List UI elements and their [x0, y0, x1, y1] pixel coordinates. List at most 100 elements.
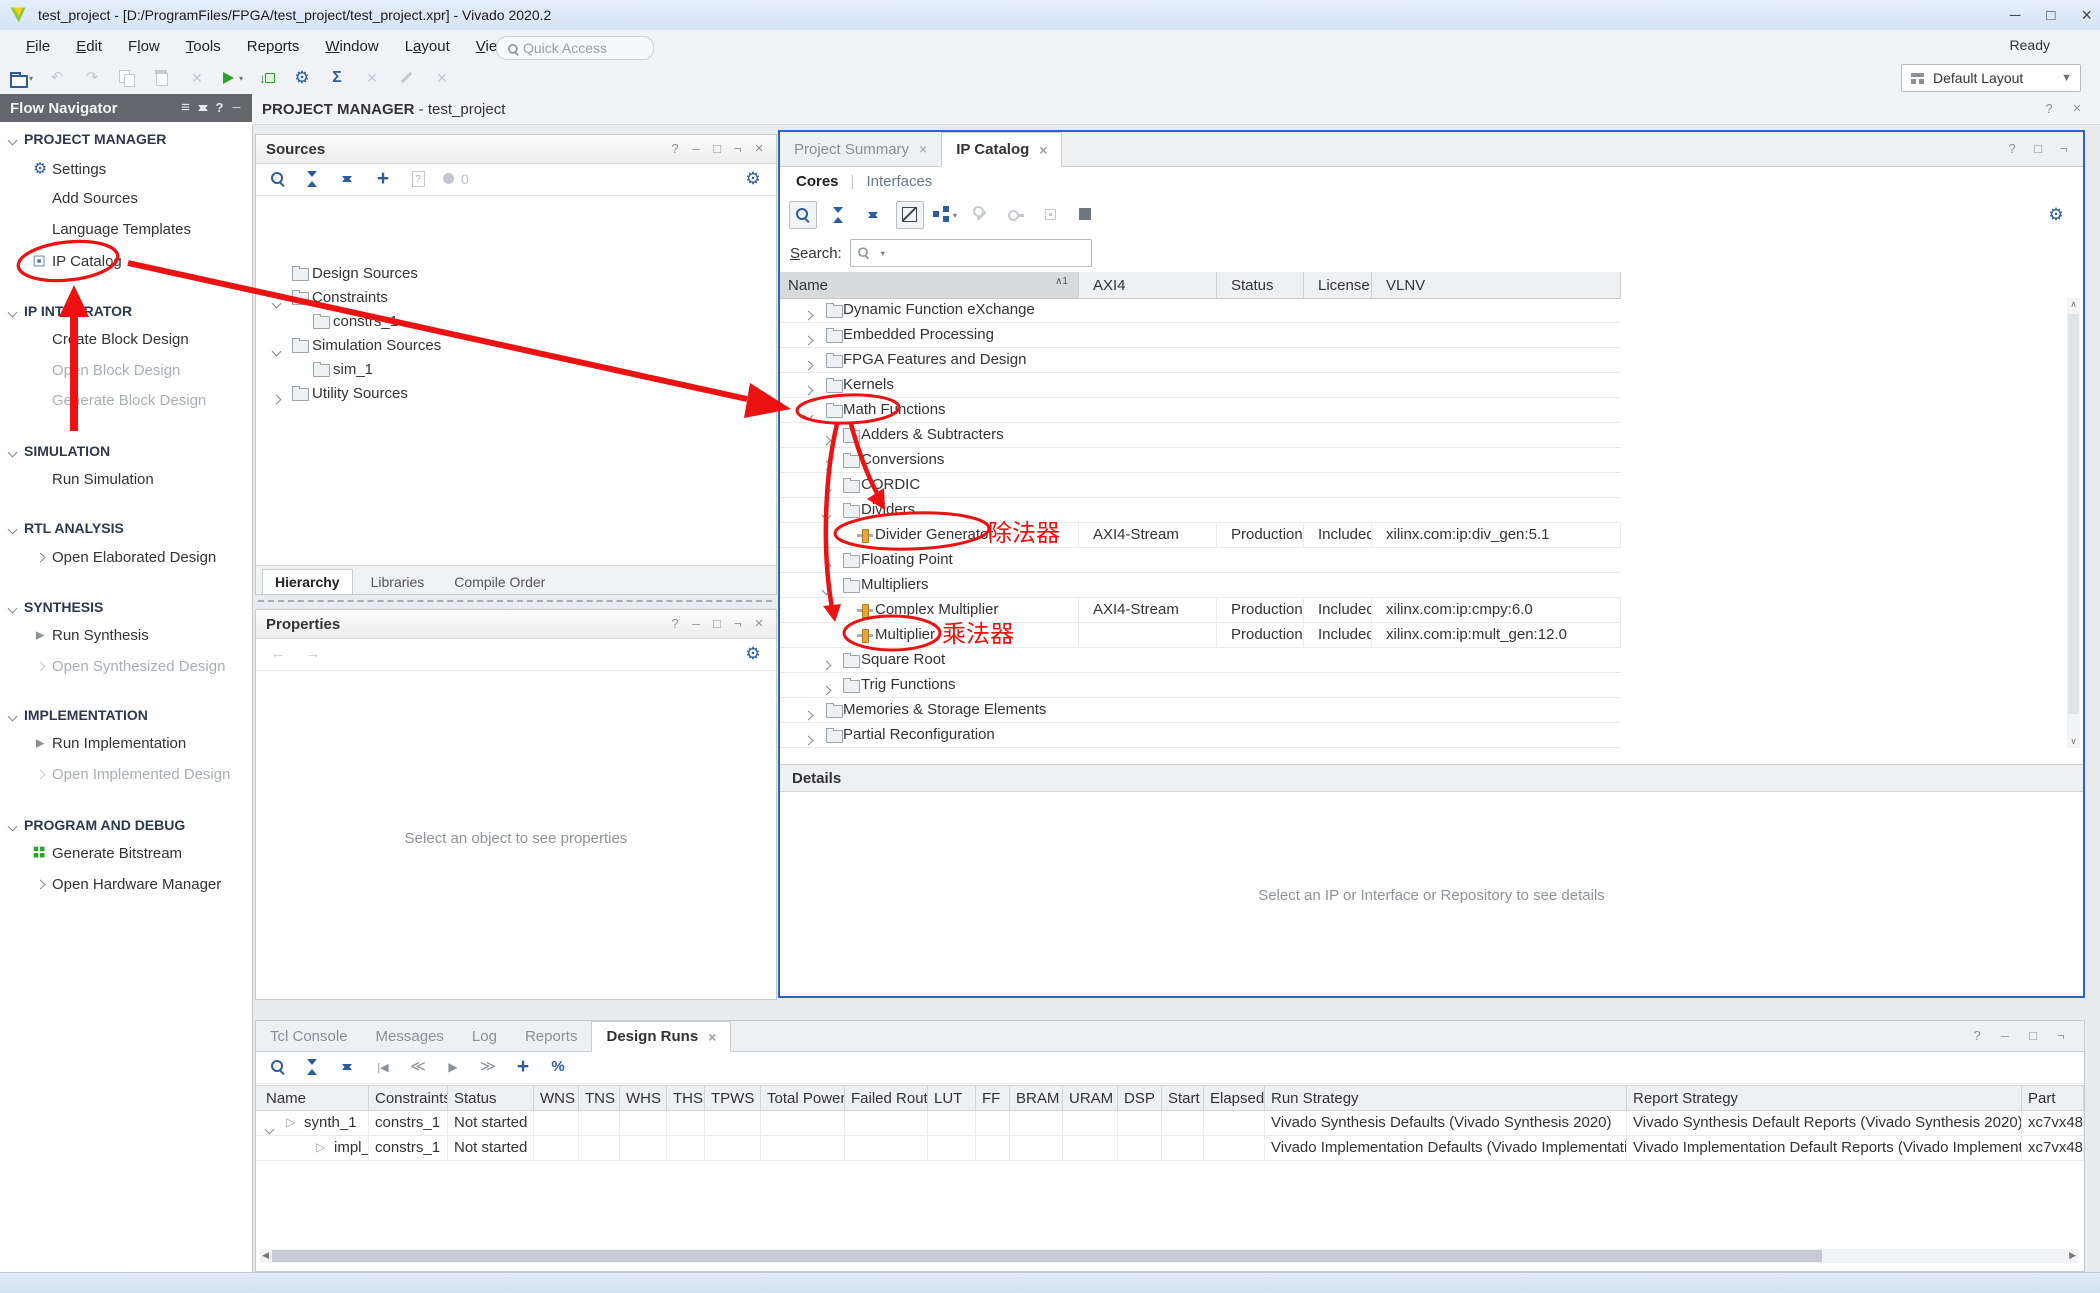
add-button[interactable] [510, 1054, 536, 1080]
step-forward-button[interactable] [475, 1054, 501, 1080]
layout-selector[interactable]: Default Layout ▼ [1901, 64, 2081, 92]
percent-button[interactable] [545, 1054, 571, 1080]
ip-catalog-row-floating-point[interactable]: Floating Point [780, 548, 1621, 573]
flow-item-create-block-design[interactable]: Create Block Design [0, 327, 252, 351]
float-icon[interactable] [731, 140, 745, 158]
tools-button[interactable] [968, 202, 994, 228]
pin-icon[interactable] [178, 99, 193, 117]
undo-button[interactable] [44, 65, 70, 91]
tab-interfaces[interactable]: Interfaces [866, 173, 932, 190]
scroll-down-icon[interactable]: ∨ [2067, 736, 2080, 747]
flow-item-language-templates[interactable]: Language Templates [0, 217, 252, 241]
flow-item-open-implemented-design[interactable]: Open Implemented Design [0, 762, 252, 786]
ip-catalog-row-complex-multiplier[interactable]: Complex MultiplierAXI4-StreamProductionI… [780, 598, 1621, 623]
float-icon[interactable] [2055, 140, 2073, 158]
stop-block-button[interactable] [1073, 202, 1099, 228]
help-icon[interactable] [2003, 140, 2021, 158]
column-header-status[interactable]: Status [448, 1086, 534, 1110]
chevron-down-icon[interactable] [823, 506, 830, 523]
column-header-status[interactable]: Status [1217, 272, 1304, 298]
search-input[interactable] [850, 239, 1092, 267]
ip-catalog-row-multiplier[interactable]: MultiplierProductionIncludedxilinx.com:i… [780, 623, 1621, 648]
column-header-name[interactable]: Name∧1 [780, 272, 1079, 298]
expand-all-button[interactable] [861, 202, 887, 228]
window-minimize-button[interactable]: ─ [2010, 7, 2021, 24]
ip-catalog-row-fpga-features-and-design[interactable]: FPGA Features and Design [780, 348, 1621, 373]
menu-item-window[interactable]: Window [325, 38, 378, 55]
menu-item-tools[interactable]: Tools [186, 38, 221, 55]
column-header-run-strategy[interactable]: Run Strategy [1265, 1086, 1627, 1110]
column-header-constraints[interactable]: Constraints [369, 1086, 448, 1110]
kill-button[interactable] [429, 65, 455, 91]
ip-catalog-row-dividers[interactable]: Dividers [780, 498, 1621, 523]
chevron-right-icon[interactable] [273, 390, 280, 407]
column-header-tns[interactable]: TNS [579, 1086, 620, 1110]
flow-item-open-synthesized-design[interactable]: Open Synthesized Design [0, 654, 252, 678]
copy-button[interactable] [114, 65, 140, 91]
chevron-right-icon[interactable] [823, 431, 830, 448]
tab-messages[interactable]: Messages [362, 1021, 458, 1051]
settings-button[interactable] [2043, 202, 2069, 228]
help-icon[interactable] [212, 99, 227, 117]
scrollbar-thumb[interactable] [272, 1250, 1822, 1262]
chevron-down-icon[interactable] [273, 294, 280, 311]
help-icon[interactable] [668, 615, 682, 633]
tab-ip-catalog[interactable]: IP Catalog× [941, 132, 1062, 167]
sum-reports-button[interactable] [324, 65, 350, 91]
tab-cores[interactable]: Cores [796, 173, 839, 190]
column-header-total-power[interactable]: Total Power [761, 1086, 845, 1110]
flow-item-run-implementation[interactable]: Run Implementation [0, 731, 252, 755]
column-header-wns[interactable]: WNS [534, 1086, 579, 1110]
design-run-row-synth_1[interactable]: ▷synth_1constrs_1Not startedVivado Synth… [256, 1111, 2084, 1136]
help-icon[interactable] [2040, 100, 2058, 118]
settings-button[interactable] [740, 166, 766, 192]
maximize-icon[interactable] [710, 140, 724, 158]
column-header-axi4[interactable]: AXI4 [1079, 272, 1217, 298]
flow-item-open-block-design[interactable]: Open Block Design [0, 358, 252, 382]
collapse-all-button[interactable] [826, 202, 852, 228]
ip-catalog-row-math-functions[interactable]: Math Functions [780, 398, 1621, 423]
hierarchy-view-button[interactable] [933, 202, 959, 228]
chevron-down-icon[interactable] [805, 406, 812, 423]
close-icon[interactable] [752, 140, 766, 158]
column-header-bram[interactable]: BRAM [1010, 1086, 1063, 1110]
column-header-lut[interactable]: LUT [928, 1086, 976, 1110]
chevron-right-icon[interactable] [805, 381, 812, 398]
tab-design-runs[interactable]: Design Runs× [591, 1021, 731, 1052]
minimize-icon[interactable] [229, 99, 244, 117]
expand-all-button[interactable] [335, 166, 361, 192]
menu-item-edit[interactable]: Edit [76, 38, 102, 55]
source-tree-item[interactable]: constrs_1 [256, 310, 776, 334]
ip-catalog-row-adders-subtracters[interactable]: Adders & Subtracters [780, 423, 1621, 448]
column-header-tpws[interactable]: TPWS [705, 1086, 761, 1110]
chevron-right-icon[interactable] [805, 331, 812, 348]
column-header-start[interactable]: Start [1162, 1086, 1204, 1110]
paste-button[interactable] [149, 65, 175, 91]
flow-item-open-hardware-manager[interactable]: Open Hardware Manager [0, 872, 252, 896]
flow-item-generate-bitstream[interactable]: Generate Bitstream [0, 841, 252, 865]
step-button[interactable] [254, 65, 280, 91]
chevron-right-icon[interactable] [823, 656, 830, 673]
column-header-whs[interactable]: WHS [620, 1086, 667, 1110]
column-header-vlnv[interactable]: VLNV [1372, 272, 1621, 298]
column-header-name[interactable]: Name [260, 1086, 369, 1110]
source-tree-item[interactable]: Constraints [256, 286, 776, 310]
chevron-right-icon[interactable] [823, 456, 830, 473]
sources-tab-hierarchy[interactable]: Hierarchy [262, 569, 353, 594]
chevron-right-icon[interactable] [805, 731, 812, 748]
design-run-row-impl_1[interactable]: ▷impl_1constrs_1Not startedVivado Implem… [256, 1136, 2084, 1161]
chevron-right-icon[interactable] [805, 306, 812, 323]
maximize-icon[interactable] [2024, 1027, 2042, 1045]
back-button[interactable] [265, 641, 291, 667]
column-header-ths[interactable]: THS [667, 1086, 705, 1110]
add-button[interactable] [370, 166, 396, 192]
flow-section-synthesis[interactable]: SYNTHESIS [0, 595, 252, 619]
panel-splitter[interactable] [258, 600, 772, 602]
ip-catalog-row-square-root[interactable]: Square Root [780, 648, 1621, 673]
source-tree-item[interactable]: sim_1 [256, 358, 776, 382]
edit-button[interactable] [394, 65, 420, 91]
expand-all-icon[interactable] [195, 99, 210, 117]
close-icon[interactable] [752, 615, 766, 633]
horizontal-scrollbar[interactable]: ◀ ▶ [260, 1249, 2078, 1263]
float-icon[interactable] [2052, 1027, 2070, 1045]
